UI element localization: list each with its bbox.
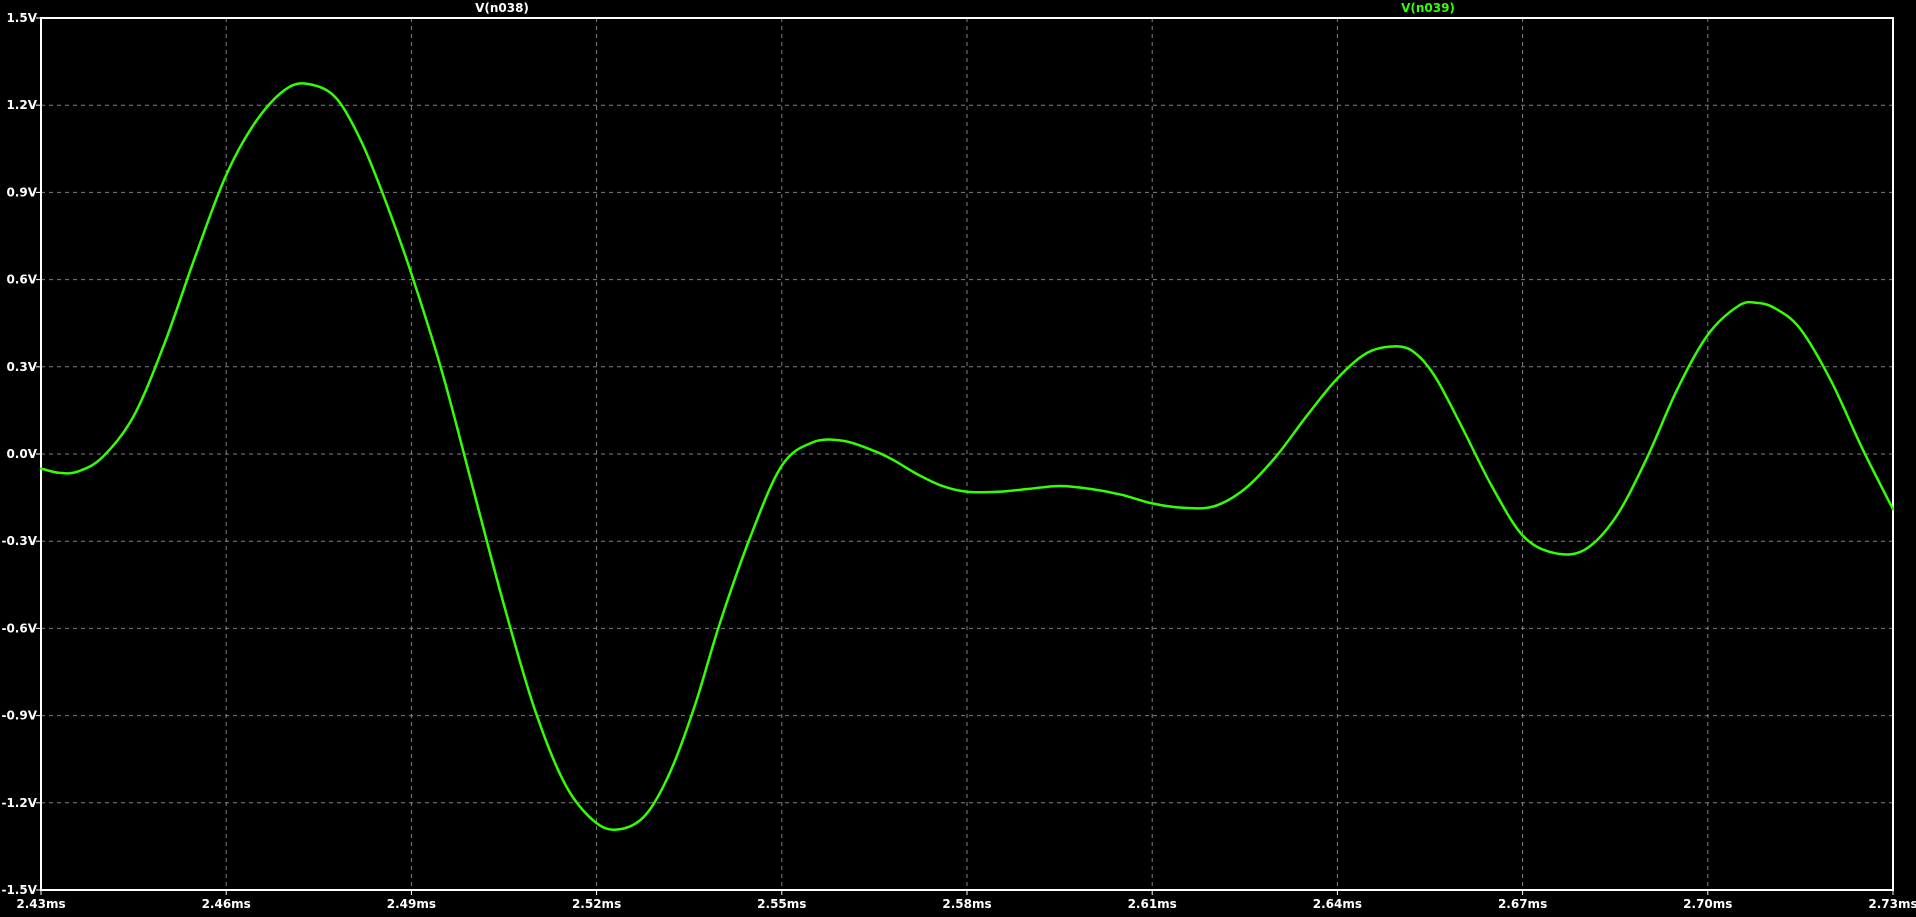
- y-tick-label: 1.2V: [6, 98, 37, 112]
- y-tick-label: 0.6V: [6, 273, 37, 287]
- tick-layer: 2.43ms 2.46ms 2.49ms 2.52ms 2.55ms 2.58ms 2.61…: [1, 11, 1916, 911]
- legend[interactable]: V(n038) V(n039): [475, 1, 1455, 15]
- legend-entry[interactable]: V(n039): [1401, 1, 1455, 15]
- y-tick-label: 0.0V: [6, 447, 37, 461]
- y-tick-label: -0.3V: [1, 534, 37, 548]
- x-tick-label: 2.58ms: [942, 897, 991, 911]
- x-tick-label: 2.46ms: [202, 897, 251, 911]
- y-tick-label: 0.3V: [6, 360, 37, 374]
- x-tick-label: 2.67ms: [1498, 897, 1547, 911]
- y-tick-label: 1.5V: [6, 11, 37, 25]
- y-tick-label: -0.9V: [1, 709, 37, 723]
- y-tick-label: -1.5V: [1, 883, 37, 897]
- y-tick-label: -0.6V: [1, 621, 37, 635]
- x-tick-label: 2.70ms: [1683, 897, 1732, 911]
- x-tick-label: 2.49ms: [387, 897, 436, 911]
- y-tick-label: 0.9V: [6, 185, 37, 199]
- x-tick-label: 2.55ms: [757, 897, 806, 911]
- waveform-chart: 2.43ms 2.46ms 2.49ms 2.52ms 2.55ms 2.58ms 2.61…: [0, 0, 1916, 917]
- x-tick-label: 2.43ms: [16, 897, 65, 911]
- x-tick-label: 2.52ms: [572, 897, 621, 911]
- legend-entry[interactable]: V(n038): [475, 1, 529, 15]
- x-tick-label: 2.73ms: [1868, 897, 1916, 911]
- y-tick-label: -1.2V: [1, 796, 37, 810]
- x-tick-label: 2.61ms: [1128, 897, 1177, 911]
- x-tick-label: 2.64ms: [1313, 897, 1362, 911]
- grid-layer: [41, 18, 1893, 890]
